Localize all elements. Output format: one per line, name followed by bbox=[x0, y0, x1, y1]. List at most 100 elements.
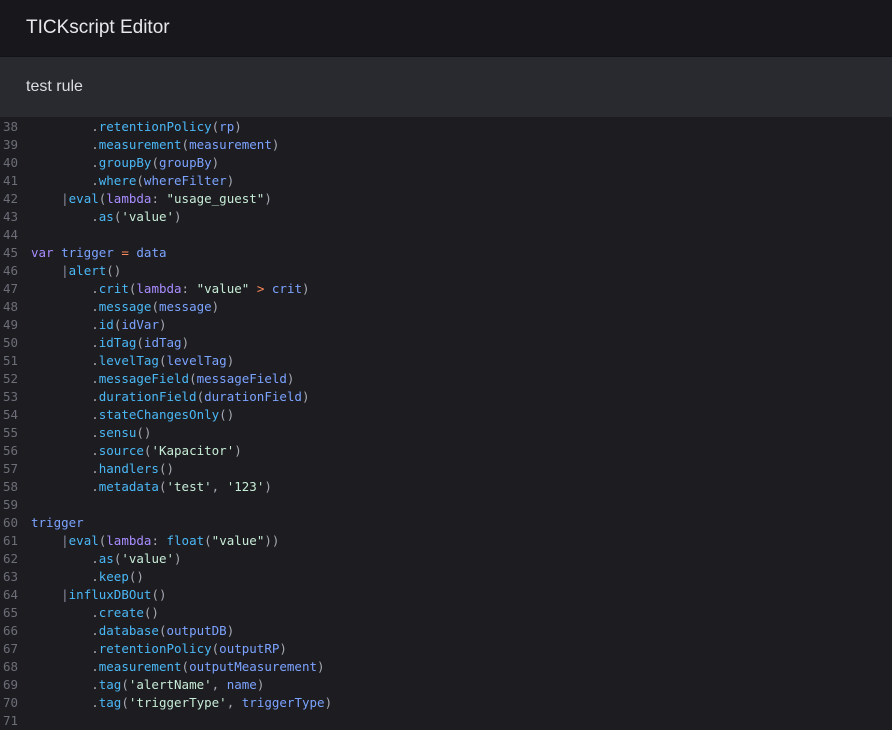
code-token: as bbox=[98, 551, 114, 566]
code-token: tag bbox=[98, 695, 122, 710]
code-line[interactable]: 70 .tag('triggerType', triggerType) bbox=[0, 694, 892, 712]
code-line[interactable]: 45 var trigger = data bbox=[0, 244, 892, 262]
code-token: . bbox=[91, 155, 99, 170]
line-number: 39 bbox=[3, 137, 19, 152]
code-line[interactable]: 51 .levelTag(levelTag) bbox=[0, 352, 892, 370]
code-line[interactable]: 67 .retentionPolicy(outputRP) bbox=[0, 640, 892, 658]
code-text: |eval(lambda: "usage_guest") bbox=[31, 190, 272, 208]
code-line[interactable]: 49 .id(idVar) bbox=[0, 316, 892, 334]
code-line[interactable]: 56 .source('Kapacitor') bbox=[0, 442, 892, 460]
line-number: 64 bbox=[3, 587, 19, 602]
code-token: tag bbox=[98, 677, 122, 692]
code-line[interactable]: 58 .metadata('test', '123') bbox=[0, 478, 892, 496]
code-line[interactable]: 66 .database(outputDB) bbox=[0, 622, 892, 640]
line-number: 71 bbox=[3, 713, 19, 728]
code-token: measurement bbox=[98, 137, 182, 152]
code-text: .metadata('test', '123') bbox=[31, 478, 272, 496]
code-token: lambda bbox=[106, 191, 152, 206]
code-token: message bbox=[158, 299, 212, 314]
code-line[interactable]: 43 .as('value') bbox=[0, 208, 892, 226]
code-text: trigger bbox=[31, 514, 84, 532]
code-token: 'test' bbox=[166, 479, 212, 494]
code-line[interactable]: 41 .where(whereFilter) bbox=[0, 172, 892, 190]
code-token: "value" bbox=[211, 533, 265, 548]
code-token: | bbox=[61, 533, 69, 548]
code-token: . bbox=[91, 443, 99, 458]
code-token: ) bbox=[302, 281, 310, 296]
code-line[interactable]: 60 trigger bbox=[0, 514, 892, 532]
code-line[interactable]: 50 .idTag(idTag) bbox=[0, 334, 892, 352]
code-token: ) bbox=[271, 137, 280, 152]
code-line[interactable]: 59 bbox=[0, 496, 892, 514]
code-token: ( bbox=[158, 479, 167, 494]
code-token: lambda bbox=[106, 533, 152, 548]
code-line[interactable]: 42 |eval(lambda: "usage_guest") bbox=[0, 190, 892, 208]
code-line[interactable]: 61 |eval(lambda: float("value")) bbox=[0, 532, 892, 550]
rule-name-bar[interactable]: test rule bbox=[0, 57, 892, 117]
code-line[interactable]: 65 .create() bbox=[0, 604, 892, 622]
code-line[interactable]: 46 |alert() bbox=[0, 262, 892, 280]
code-line[interactable]: 53 .durationField(durationField) bbox=[0, 388, 892, 406]
code-token: . bbox=[91, 335, 99, 350]
code-editor[interactable]: 38 .retentionPolicy(rp) 39 .measurement(m… bbox=[0, 117, 892, 730]
code-token: . bbox=[91, 407, 99, 422]
code-text: .source('Kapacitor') bbox=[31, 442, 242, 460]
page-title: TICKscript Editor bbox=[26, 17, 170, 38]
code-token: ( bbox=[189, 371, 197, 386]
code-line[interactable]: 44 bbox=[0, 226, 892, 244]
code-line[interactable]: 57 .handlers() bbox=[0, 460, 892, 478]
line-number: 50 bbox=[3, 335, 19, 350]
line-number: 46 bbox=[3, 263, 19, 278]
code-line[interactable]: 68 .measurement(outputMeasurement) bbox=[0, 658, 892, 676]
code-token: "value" bbox=[196, 281, 250, 296]
line-number: 61 bbox=[3, 533, 19, 548]
code-line[interactable]: 39 .measurement(measurement) bbox=[0, 136, 892, 154]
code-token: . bbox=[91, 281, 99, 296]
code-line[interactable]: 52 .messageField(messageField) bbox=[0, 370, 892, 388]
code-token: . bbox=[91, 569, 99, 584]
code-token: ) bbox=[226, 173, 235, 188]
line-number: 41 bbox=[3, 173, 19, 188]
code-token: idVar bbox=[121, 317, 159, 332]
code-token: . bbox=[91, 623, 99, 638]
code-line[interactable]: 40 .groupBy(groupBy) bbox=[0, 154, 892, 172]
code-token: durationField bbox=[204, 389, 302, 404]
code-token: : bbox=[151, 191, 167, 206]
rule-name[interactable]: test rule bbox=[26, 78, 83, 96]
code-token: ) bbox=[234, 443, 242, 458]
code-token: . bbox=[91, 677, 99, 692]
code-token: outputDB bbox=[166, 623, 227, 638]
code-token: messageField bbox=[196, 371, 287, 386]
code-line[interactable]: 63 .keep() bbox=[0, 568, 892, 586]
code-line[interactable]: 64 |influxDBOut() bbox=[0, 586, 892, 604]
code-line[interactable]: 55 .sensu() bbox=[0, 424, 892, 442]
code-line[interactable]: 47 .crit(lambda: "value" > crit) bbox=[0, 280, 892, 298]
code-text: .as('value') bbox=[31, 550, 181, 568]
code-token: () bbox=[136, 425, 152, 440]
code-line[interactable]: 54 .stateChangesOnly() bbox=[0, 406, 892, 424]
code-text: .levelTag(levelTag) bbox=[31, 352, 234, 370]
code-token: trigger bbox=[61, 245, 114, 260]
code-token: ( bbox=[196, 389, 205, 404]
code-token: groupBy bbox=[98, 155, 152, 170]
code-line[interactable]: 69 .tag('alertName', name) bbox=[0, 676, 892, 694]
code-line[interactable]: 71 bbox=[0, 712, 892, 730]
code-line[interactable]: 38 .retentionPolicy(rp) bbox=[0, 118, 892, 136]
code-token: . bbox=[91, 353, 99, 368]
code-token: ) bbox=[226, 353, 235, 368]
code-token: metadata bbox=[98, 479, 159, 494]
code-line[interactable]: 62 .as('value') bbox=[0, 550, 892, 568]
code-text: .handlers() bbox=[31, 460, 174, 478]
code-token: measurement bbox=[98, 659, 182, 674]
code-token: . bbox=[91, 299, 99, 314]
code-line[interactable]: 48 .message(message) bbox=[0, 298, 892, 316]
code-token: | bbox=[61, 191, 69, 206]
code-token: outputMeasurement bbox=[189, 659, 318, 674]
code-token: ( bbox=[181, 137, 190, 152]
